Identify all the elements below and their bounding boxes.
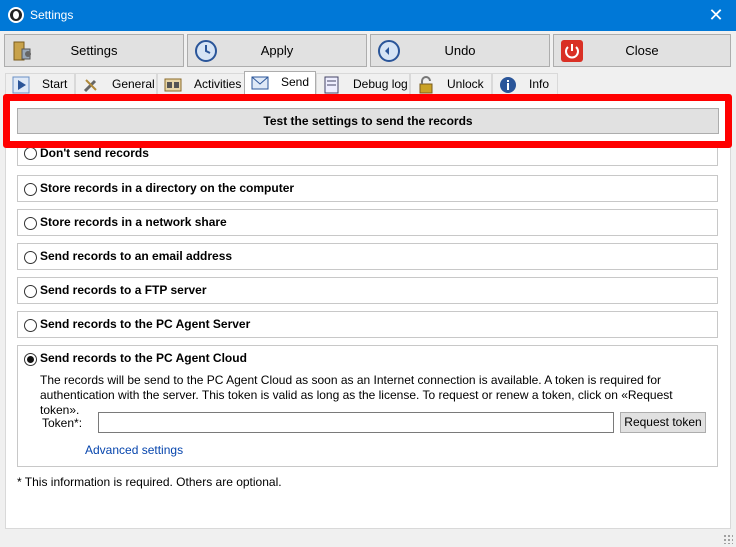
option-dont-send[interactable]: Don't send records	[17, 142, 718, 166]
radio-ftp[interactable]	[24, 285, 37, 298]
option-pc-agent-server-label: Send records to the PC Agent Server	[40, 317, 251, 331]
play-icon	[12, 76, 30, 94]
token-label: Token*:	[42, 416, 83, 430]
undo-clock-icon	[378, 40, 400, 62]
window-title: Settings	[30, 8, 74, 22]
activities-icon	[164, 78, 182, 92]
option-dont-send-label: Don't send records	[40, 146, 149, 160]
undo-button[interactable]: Undo	[370, 34, 550, 67]
send-icon	[251, 76, 269, 90]
radio-dont-send[interactable]	[24, 147, 37, 160]
request-token-button[interactable]: Request token	[620, 412, 706, 433]
radio-pc-agent-server[interactable]	[24, 319, 37, 332]
tab-general-label: General	[112, 77, 155, 91]
undo-button-label: Undo	[444, 43, 476, 58]
tab-start[interactable]: Start	[5, 73, 75, 95]
tab-unlock[interactable]: Unlock	[410, 73, 492, 95]
tab-start-label: Start	[42, 77, 68, 91]
tab-general[interactable]: General	[75, 73, 157, 95]
window-close-button[interactable]: ✕	[704, 3, 728, 27]
tools-icon	[83, 79, 97, 93]
test-settings-button[interactable]: Test the settings to send the records	[17, 108, 719, 134]
option-network-share[interactable]: Store records in a network share	[17, 209, 718, 236]
option-pc-agent-cloud[interactable]: Send records to the PC Agent Cloud The r…	[17, 345, 718, 467]
option-ftp[interactable]: Send records to a FTP server	[17, 277, 718, 304]
option-pc-agent-cloud-label: Send records to the PC Agent Cloud	[40, 351, 247, 365]
option-email-label: Send records to an email address	[40, 249, 233, 263]
option-store-directory[interactable]: Store records in a directory on the comp…	[17, 175, 718, 202]
apply-clock-icon	[195, 40, 217, 62]
tab-debug-log[interactable]: Debug log	[316, 73, 410, 95]
app-logo-icon	[8, 7, 24, 23]
tab-debug-log-label: Debug log	[353, 77, 408, 91]
option-network-share-label: Store records in a network share	[40, 215, 227, 229]
settings-button-label: Settings	[70, 43, 118, 58]
close-button[interactable]: Close	[553, 34, 731, 67]
option-ftp-label: Send records to a FTP server	[40, 283, 207, 297]
tab-activities[interactable]: Activities	[157, 73, 245, 95]
info-icon	[500, 77, 516, 93]
option-store-directory-label: Store records in a directory on the comp…	[40, 181, 295, 195]
token-input[interactable]	[98, 412, 614, 433]
radio-network-share[interactable]	[24, 217, 37, 230]
log-icon	[324, 76, 339, 94]
option-pc-agent-server[interactable]: Send records to the PC Agent Server	[17, 311, 718, 338]
settings-wrench-icon	[13, 41, 31, 61]
tab-info-label: Info	[529, 77, 550, 91]
tab-send-label: Send	[281, 75, 310, 89]
radio-email[interactable]	[24, 251, 37, 264]
apply-button[interactable]: Apply	[187, 34, 367, 67]
settings-button[interactable]: Settings	[4, 34, 184, 67]
tab-activities-label: Activities	[194, 77, 242, 91]
tab-send[interactable]: Send	[244, 71, 316, 95]
required-footnote: * This information is required. Others a…	[17, 475, 282, 489]
apply-button-label: Apply	[260, 43, 294, 58]
advanced-settings-link[interactable]: Advanced settings	[85, 443, 183, 457]
lock-icon	[419, 76, 433, 94]
title-bar: Settings ✕	[0, 0, 736, 31]
radio-pc-agent-cloud[interactable]	[24, 353, 37, 366]
tab-info[interactable]: Info	[492, 73, 558, 95]
tab-unlock-label: Unlock	[447, 77, 484, 91]
option-email[interactable]: Send records to an email address	[17, 243, 718, 270]
tab-bar: Start General Activities Send Debug log	[5, 71, 731, 95]
close-button-label: Close	[625, 43, 659, 58]
resize-grip-icon[interactable]	[723, 534, 733, 544]
radio-store-directory[interactable]	[24, 183, 37, 196]
power-icon	[561, 40, 583, 62]
